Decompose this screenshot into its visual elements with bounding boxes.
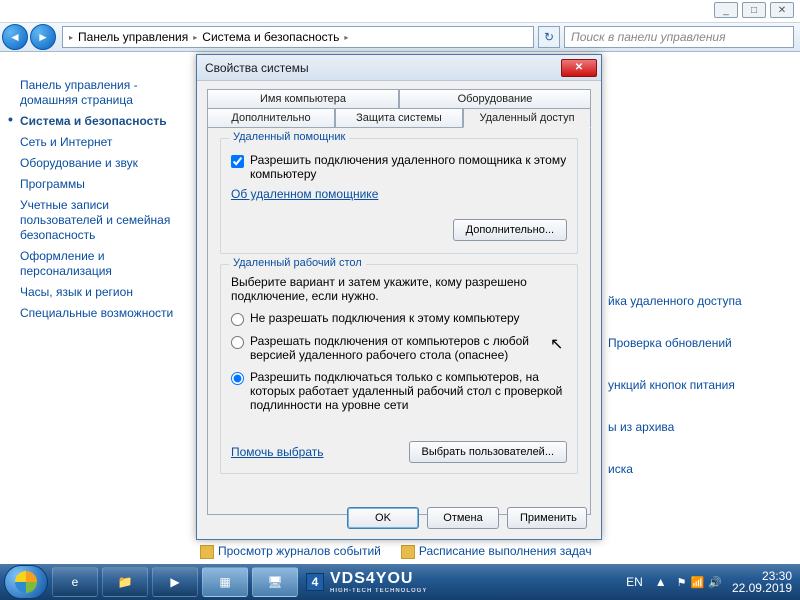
sidebar-item-users[interactable]: Учетные записи пользователей и семейная …	[20, 198, 184, 243]
brand-sub: HIGH-TECH TECHNOLOGY	[330, 588, 427, 594]
control-panel-sidebar: Панель управления - домашняя страница Си…	[0, 62, 190, 337]
link-from-archive[interactable]: ы из архива	[608, 420, 788, 434]
window-minimize[interactable]: _	[714, 2, 738, 18]
right-panel-links: йка удаленного доступа Проверка обновлен…	[608, 282, 788, 504]
dialog-titlebar[interactable]: Свойства системы ✕	[197, 55, 601, 81]
sidebar-item-accessibility[interactable]: Специальные возможности	[20, 306, 184, 321]
back-button[interactable]: ◄	[2, 24, 28, 50]
group-remote-assistance: Удаленный помощник Разрешить подключения…	[220, 138, 578, 254]
forward-button[interactable]: ►	[30, 24, 56, 50]
chevron-icon: ▸	[342, 33, 350, 42]
network-icon[interactable]: 📶	[691, 577, 705, 589]
refresh-button[interactable]: ↻	[538, 26, 560, 48]
sidebar-item-programs[interactable]: Программы	[20, 177, 184, 192]
sidebar-home[interactable]: Панель управления - домашняя страница	[20, 78, 184, 108]
radio-label: Не разрешать подключения к этому компьют…	[250, 311, 520, 325]
tab-system-protection[interactable]: Защита системы	[335, 108, 463, 128]
start-button[interactable]	[4, 565, 48, 599]
checkbox-input[interactable]	[231, 155, 244, 168]
bottom-links: Просмотр журналов событий Расписание вып…	[200, 544, 592, 559]
advanced-button[interactable]: Дополнительно...	[453, 219, 567, 241]
checkbox-label: Разрешить подключения удаленного помощни…	[250, 153, 567, 181]
windows-logo-icon	[15, 571, 37, 593]
media-icon: ▶	[170, 575, 179, 589]
chevron-icon: ▸	[191, 33, 199, 42]
sidebar-item-system-security[interactable]: Система и безопасность	[20, 114, 184, 129]
link-power-buttons[interactable]: ункций кнопок питания	[608, 378, 788, 392]
sidebar-item-appearance[interactable]: Оформление и персонализация	[20, 249, 184, 279]
log-icon	[200, 545, 214, 559]
flag-icon[interactable]: ⚑	[677, 577, 687, 589]
taskbar-control-panel[interactable]: ▦	[202, 567, 248, 597]
system-properties-dialog: Свойства системы ✕ Имя компьютера Оборуд…	[196, 54, 602, 540]
radio-input[interactable]	[231, 372, 244, 385]
radio-allow-nla[interactable]: Разрешить подключаться только с компьюте…	[231, 370, 567, 412]
dialog-close-button[interactable]: ✕	[561, 59, 597, 77]
radio-input[interactable]	[231, 313, 244, 326]
ie-icon: e	[72, 575, 79, 589]
tray-up-icon[interactable]: ▲	[655, 575, 667, 589]
link-remote-access[interactable]: йка удаленного доступа	[608, 294, 788, 308]
radio-input[interactable]	[231, 336, 244, 349]
tab-advanced[interactable]: Дополнительно	[207, 108, 335, 128]
schedule-icon	[401, 545, 415, 559]
link-about-remote-assistance[interactable]: Об удаленном помощнике	[231, 187, 378, 201]
group-legend: Удаленный помощник	[229, 131, 349, 143]
date: 22.09.2019	[732, 582, 792, 594]
radio-allow-any[interactable]: Разрешать подключения от компьютеров с л…	[231, 334, 567, 362]
window-close[interactable]: ✕	[770, 2, 794, 18]
group-legend: Удаленный рабочий стол	[229, 257, 366, 269]
select-users-button[interactable]: Выбрать пользователей...	[409, 441, 568, 463]
chevron-icon: ▸	[67, 33, 75, 42]
taskbar: e 📁 ▶ ▦ 🖥 4 VDS4YOU HIGH-TECH TECHNOLOGY…	[0, 564, 800, 600]
dialog-title: Свойства системы	[205, 61, 561, 75]
radio-label: Разрешить подключаться только с компьюте…	[250, 370, 567, 412]
watermark: 4 VDS4YOU HIGH-TECH TECHNOLOGY	[306, 570, 427, 594]
window-maximize[interactable]: □	[742, 2, 766, 18]
volume-icon[interactable]: 🔊	[708, 577, 722, 589]
link-help-choose[interactable]: Помочь выбрать	[231, 445, 324, 459]
checkbox-allow-remote-assistance[interactable]: Разрешить подключения удаленного помощни…	[231, 153, 567, 181]
tray-icons[interactable]: ⚑ 📶🔊	[675, 575, 724, 589]
apply-button[interactable]: Применить	[507, 507, 587, 529]
tab-remote-body: Удаленный помощник Разрешить подключения…	[207, 127, 591, 515]
brand-badge: 4	[306, 573, 324, 591]
address-bar[interactable]: ▸ Панель управления ▸ Система и безопасн…	[62, 26, 534, 48]
group-intro: Выберите вариант и затем укажите, кому р…	[231, 275, 567, 303]
radio-label: Разрешать подключения от компьютеров с л…	[250, 334, 567, 362]
sidebar-item-network[interactable]: Сеть и Интернет	[20, 135, 184, 150]
system-tray: EN ▲ ⚑ 📶🔊 23:30 22.09.2019	[622, 570, 796, 594]
language-indicator[interactable]: EN	[622, 573, 647, 591]
search-input[interactable]: Поиск в панели управления	[564, 26, 794, 48]
tab-computer-name[interactable]: Имя компьютера	[207, 89, 399, 108]
taskbar-media[interactable]: ▶	[152, 567, 198, 597]
link-disk[interactable]: иска	[608, 462, 788, 476]
computer-icon: 🖥	[267, 575, 282, 589]
folder-icon: 📁	[118, 575, 133, 589]
link-check-updates[interactable]: Проверка обновлений	[608, 336, 788, 350]
taskbar-explorer[interactable]: 📁	[102, 567, 148, 597]
breadcrumb[interactable]: Панель управления	[75, 30, 191, 44]
link-task-scheduler[interactable]: Расписание выполнения задач	[401, 544, 592, 559]
explorer-navbar: ◄ ► ▸ Панель управления ▸ Система и безо…	[0, 22, 800, 52]
radio-dont-allow[interactable]: Не разрешать подключения к этому компьют…	[231, 311, 567, 326]
link-event-logs[interactable]: Просмотр журналов событий	[200, 544, 381, 559]
ok-button[interactable]: OK	[347, 507, 419, 529]
brand-text: VDS4YOU	[330, 570, 427, 588]
clock[interactable]: 23:30 22.09.2019	[732, 570, 792, 594]
cancel-button[interactable]: Отмена	[427, 507, 499, 529]
control-panel-icon: ▦	[219, 575, 230, 589]
taskbar-system-props[interactable]: 🖥	[252, 567, 298, 597]
tab-hardware[interactable]: Оборудование	[399, 89, 591, 108]
sidebar-item-hardware[interactable]: Оборудование и звук	[20, 156, 184, 171]
taskbar-ie[interactable]: e	[52, 567, 98, 597]
tab-remote[interactable]: Удаленный доступ	[463, 108, 591, 128]
breadcrumb[interactable]: Система и безопасность	[199, 30, 342, 44]
group-remote-desktop: Удаленный рабочий стол Выберите вариант …	[220, 264, 578, 474]
sidebar-item-clock[interactable]: Часы, язык и регион	[20, 285, 184, 300]
